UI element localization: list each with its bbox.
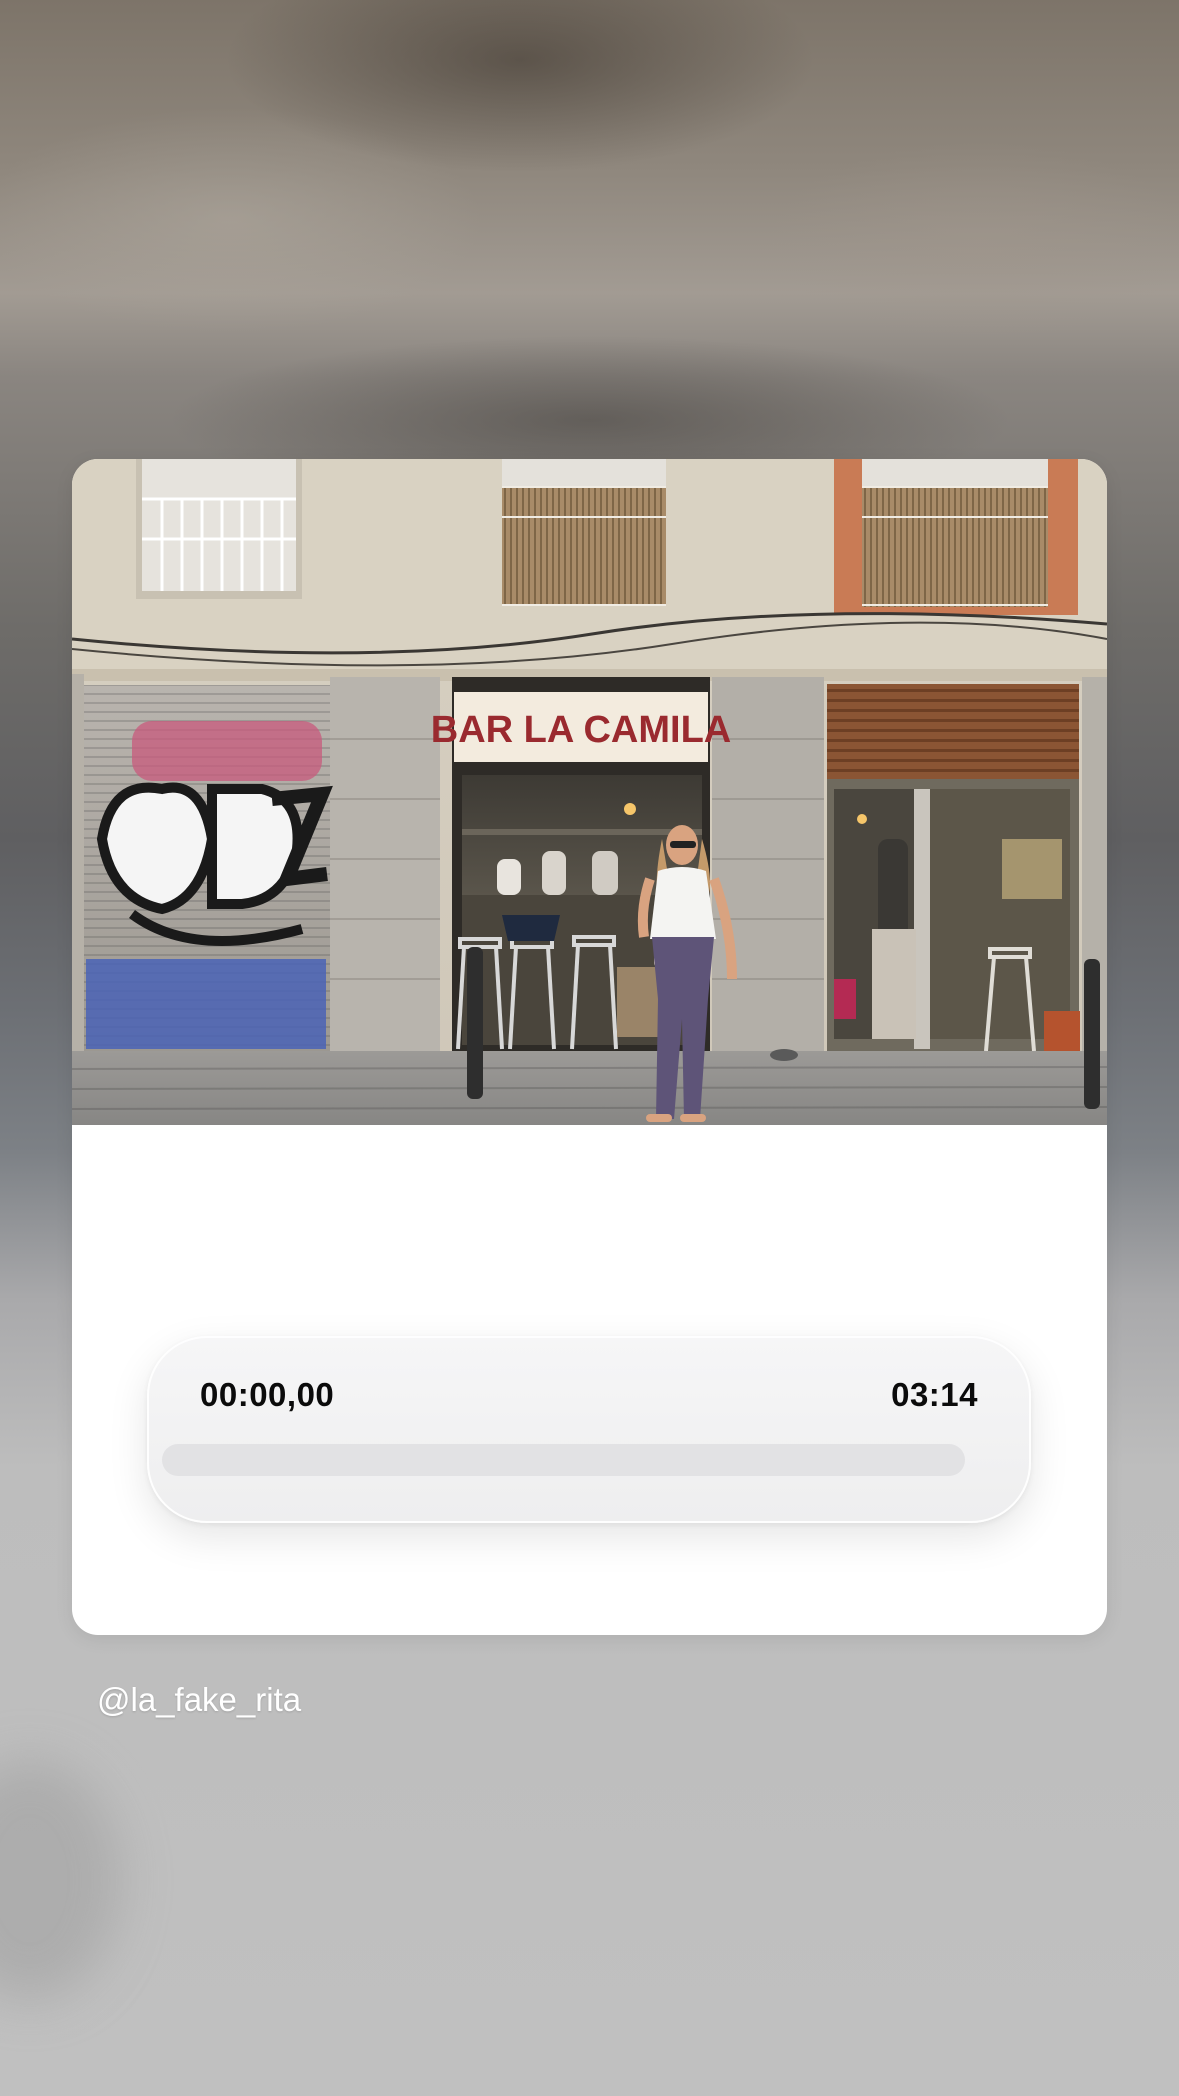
author-username[interactable]: @la_fake_rita xyxy=(97,1681,301,1719)
bar-sign-text: BAR LA CAMILA xyxy=(431,709,731,751)
story-screen: BAR LA CAMILA 00:00,00 03:14 @la_fake_ri… xyxy=(0,0,1179,2096)
audio-player[interactable]: 00:00,00 03:14 xyxy=(147,1336,1031,1523)
blurred-background-top xyxy=(0,0,1179,470)
story-card[interactable]: BAR LA CAMILA 00:00,00 03:14 xyxy=(72,459,1107,1635)
storefront-photo: BAR LA CAMILA xyxy=(72,459,1107,1125)
total-duration: 03:14 xyxy=(891,1376,978,1413)
blurred-background-left xyxy=(0,1760,120,2000)
elapsed-time: 00:00,00 xyxy=(200,1376,335,1413)
progress-bar[interactable] xyxy=(162,1444,965,1476)
